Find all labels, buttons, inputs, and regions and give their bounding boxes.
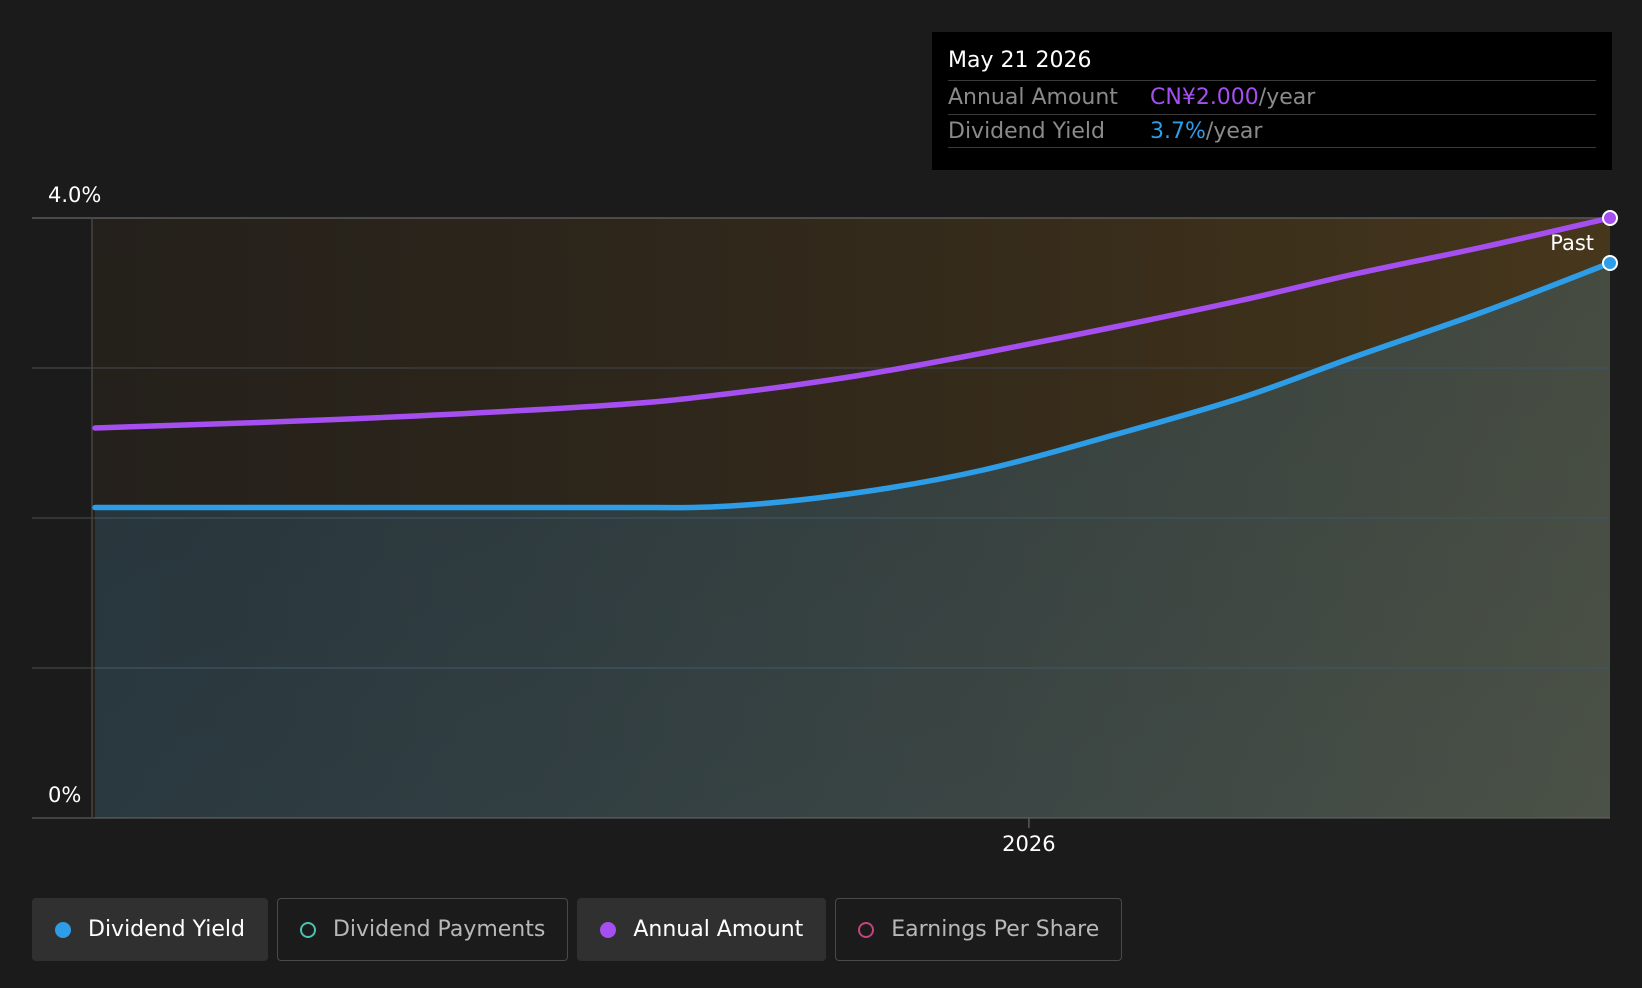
legend-dot-icon (858, 921, 875, 938)
legend-annual-amount[interactable]: Annual Amount (577, 898, 827, 961)
legend-label: Annual Amount (633, 917, 804, 942)
tooltip-annual-value: CN¥2.000 (1150, 85, 1259, 110)
y-tick-label: 4.0% (48, 183, 101, 207)
legend: Dividend Yield Dividend Payments Annual … (32, 898, 1123, 961)
legend-label: Dividend Yield (88, 917, 245, 942)
x-tick-label: 2026 (1002, 832, 1055, 856)
hover-tooltip: May 21 2026 Annual Amount CN¥2.000/year … (932, 32, 1612, 170)
dividend-chart-widget: 4.0% 0% 2026 Past May 21 2026 Annual Amount… (0, 0, 1642, 988)
legend-dividend-payments[interactable]: Dividend Payments (276, 898, 569, 961)
past-label: Past (1550, 231, 1594, 255)
tooltip-yield-label: Dividend Yield (948, 118, 1105, 144)
legend-dot-icon (55, 921, 71, 938)
tooltip-yield-row: Dividend Yield 3.7%/year (948, 114, 1596, 148)
tooltip-yield-unit: /year (1205, 118, 1263, 144)
tooltip-date: May 21 2026 (948, 48, 1092, 73)
legend-earnings-per-share[interactable]: Earnings Per Share (835, 898, 1123, 961)
tooltip-annual-label: Annual Amount (948, 85, 1118, 110)
tooltip-annual-unit: /year (1258, 85, 1316, 110)
legend-label: Earnings Per Share (891, 917, 1100, 942)
tooltip-yield-value: 3.7% (1150, 118, 1206, 144)
legend-label: Dividend Payments (332, 917, 546, 942)
tooltip-annual-row: Annual Amount CN¥2.000/year (948, 80, 1596, 114)
y-tick-label: 0% (48, 783, 81, 807)
dividend-yield-end-marker (1602, 255, 1618, 271)
legend-dot-icon (600, 921, 617, 938)
legend-dividend-yield[interactable]: Dividend Yield (32, 898, 268, 961)
annual-amount-end-marker (1602, 210, 1618, 226)
legend-dot-icon (299, 921, 316, 938)
